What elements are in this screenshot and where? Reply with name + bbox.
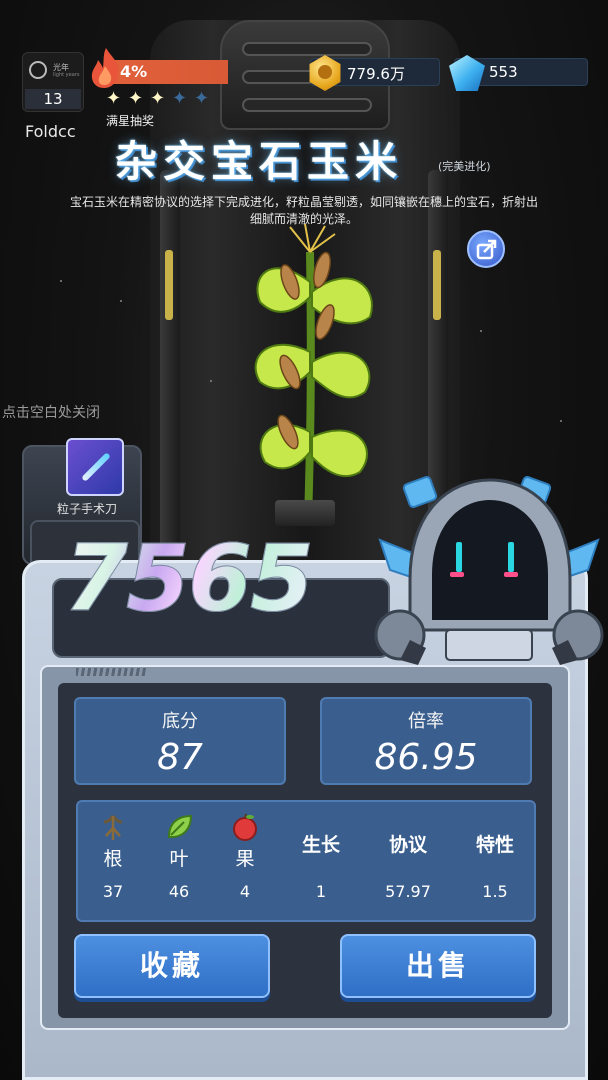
attribute-name: 果 <box>235 848 255 870</box>
attribute-value: 46 <box>168 882 190 901</box>
total-score: 7565 <box>63 525 314 633</box>
sell-button[interactable]: 出售 <box>340 934 536 998</box>
multiplier-value: 86.95 <box>374 737 478 778</box>
coin-value: 779.6万 <box>347 65 405 83</box>
star-progress-bar: 4% <box>112 60 228 84</box>
attribute-panel: 根 37 叶 46 果 4 生长 1 协议 57.97 特性 1.5 <box>76 800 536 922</box>
coin-counter[interactable]: 779.6万 <box>309 55 440 91</box>
star-rating: ✦ ✦ ✦ ✦ ✦ <box>106 88 216 110</box>
gem-counter[interactable]: 553 <box>449 55 588 91</box>
multiplier-card: 倍率 86.95 <box>320 697 532 785</box>
star-filled-icon: ✦ <box>128 88 144 109</box>
attribute-growth: 生长 1 <box>286 802 356 922</box>
star-filled-icon: ✦ <box>150 88 166 109</box>
collect-button[interactable]: 收藏 <box>74 934 270 998</box>
star-filled-icon: ✦ <box>106 88 122 109</box>
robot-mascot <box>374 476 604 665</box>
share-icon <box>476 239 497 260</box>
attribute-name: 生长 <box>301 834 340 856</box>
lightyear-icon <box>29 61 47 79</box>
attribute-name: 根 <box>103 848 123 870</box>
attribute-fruit: 果 4 <box>210 802 280 922</box>
fruit-icon <box>233 813 257 841</box>
item-title: 杂交宝石玉米 <box>115 137 404 186</box>
star-empty-icon: ✦ <box>172 88 188 109</box>
base-score-value: 87 <box>157 737 203 778</box>
coin-icon <box>309 55 341 91</box>
base-score-card: 底分 87 <box>74 697 286 785</box>
lightyear-sublabel: light years <box>53 72 80 78</box>
attribute-protocol: 协议 57.97 <box>373 802 443 922</box>
plant-pot <box>275 500 335 526</box>
attribute-value: 57.97 <box>385 882 431 901</box>
stripe-decoration <box>76 668 146 676</box>
lightyear-label: 光年 <box>53 63 69 72</box>
root-icon <box>103 815 123 840</box>
multiplier-label: 倍率 <box>408 711 444 732</box>
attribute-root: 根 37 <box>78 802 148 922</box>
attribute-name: 特性 <box>475 834 514 856</box>
attribute-value: 4 <box>239 882 251 901</box>
attribute-trait: 特性 1.5 <box>460 802 530 922</box>
share-button[interactable] <box>467 230 505 268</box>
star-empty-icon: ✦ <box>194 88 210 109</box>
scalpel-icon <box>81 452 111 482</box>
flame-icon <box>91 48 119 88</box>
attribute-name: 协议 <box>388 834 427 856</box>
leaf-icon <box>167 814 193 839</box>
tap-to-close-hint[interactable]: 点击空白处关闭 <box>2 402 100 422</box>
attribute-value: 1 <box>315 882 327 901</box>
username: Foldcc <box>25 122 76 141</box>
attribute-value: 1.5 <box>482 882 508 901</box>
base-score-label: 底分 <box>162 711 198 732</box>
attribute-leaf: 叶 46 <box>144 802 214 922</box>
attribute-name: 叶 <box>169 848 189 870</box>
lightyear-value: 13 <box>25 89 81 109</box>
attribute-value: 37 <box>102 882 124 901</box>
gem-value: 553 <box>489 63 518 81</box>
star-prize-button[interactable]: 满星抽奖 <box>106 112 154 129</box>
evolution-tag: (完美进化) <box>438 160 491 173</box>
tool-label: 粒子手术刀 <box>57 502 118 516</box>
particle-scalpel-item[interactable] <box>66 438 124 496</box>
lightyear-badge[interactable]: 光年 light years 13 <box>22 52 84 112</box>
